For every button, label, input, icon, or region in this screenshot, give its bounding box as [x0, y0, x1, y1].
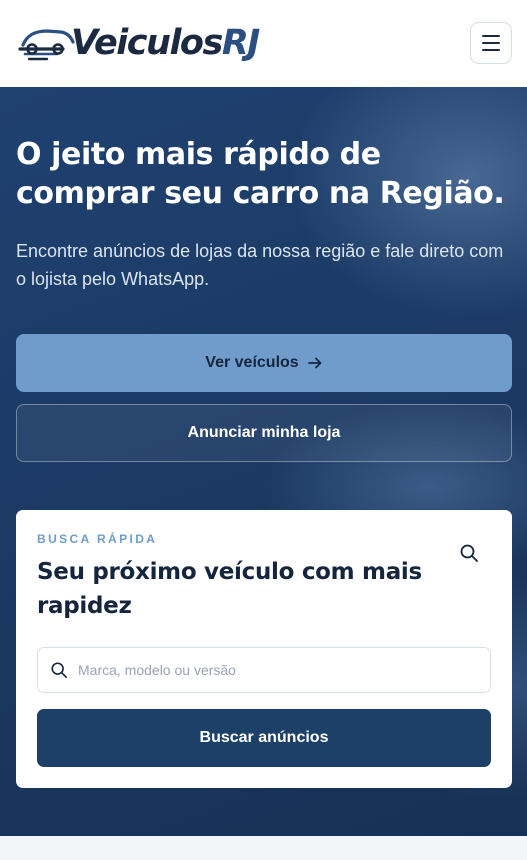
hamburger-icon-line	[482, 35, 500, 37]
view-vehicles-label: Ver veículos	[205, 354, 299, 371]
hero-title: O jeito mais rápido de comprar seu carro…	[16, 137, 505, 211]
search-input[interactable]	[78, 662, 478, 678]
advertise-store-label: Anunciar minha loja	[187, 424, 341, 441]
search-icon	[51, 662, 68, 679]
arrow-right-icon	[307, 357, 322, 369]
hamburger-icon-line	[482, 42, 500, 44]
quick-search-eyebrow: BUSCA RÁPIDA	[37, 532, 158, 546]
quick-search-card: BUSCA RÁPIDA Seu próximo veículo com mai…	[16, 510, 512, 788]
search-field[interactable]	[37, 647, 491, 693]
advertise-store-button[interactable]: Anunciar minha loja	[16, 404, 512, 462]
brand-main-text: Veiculos	[71, 22, 223, 63]
site-header: VeiculosRJ	[0, 0, 527, 87]
search-listings-button[interactable]: Buscar anúncios	[37, 709, 491, 767]
next-section-edge	[0, 836, 527, 860]
brand-wordmark: VeiculosRJ	[71, 22, 260, 63]
hero-subtitle: Encontre anúncios de lojas da nossa regi…	[16, 241, 504, 289]
view-vehicles-button[interactable]: Ver veículos	[16, 334, 512, 392]
brand-accent-text: RJ	[221, 22, 260, 63]
hamburger-icon-line	[482, 49, 500, 51]
hero-section: O jeito mais rápido de comprar seu carro…	[0, 87, 527, 836]
brand-logo[interactable]: VeiculosRJ	[17, 20, 260, 66]
search-icon	[460, 544, 478, 562]
search-listings-label: Buscar anúncios	[199, 729, 329, 746]
quick-search-title: Seu próximo veículo com mais rapidez	[37, 559, 422, 619]
car-logo-icon	[18, 29, 75, 61]
menu-button[interactable]	[470, 22, 512, 64]
